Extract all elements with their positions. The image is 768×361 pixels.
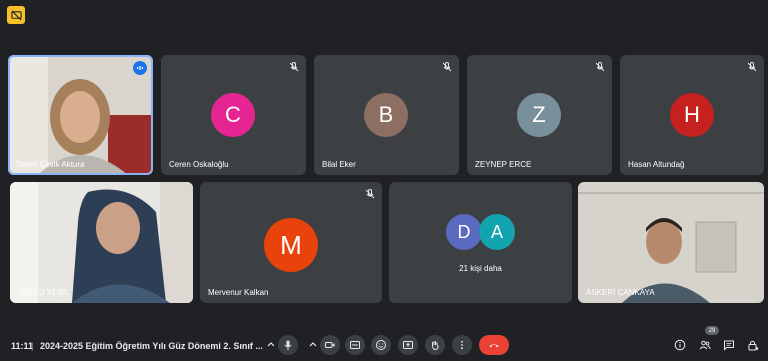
participant-tile[interactable]: ASKERİ ÇANKAYA xyxy=(578,182,764,303)
meeting-details-button[interactable] xyxy=(673,338,687,352)
participant-name: ZEYNEP ERCE xyxy=(475,160,532,169)
meeting-badge[interactable] xyxy=(7,6,25,24)
present-screen-icon xyxy=(403,341,413,349)
participant-name: Mervenur Kalkan xyxy=(208,288,269,297)
participant-video xyxy=(8,55,153,175)
audio-options-chevron[interactable] xyxy=(264,335,278,355)
chat-button[interactable] xyxy=(722,338,736,352)
speaking-indicator-icon xyxy=(133,61,147,75)
chevron-up-icon xyxy=(309,342,317,347)
mic-muted-icon xyxy=(595,62,605,72)
more-options-button[interactable] xyxy=(452,335,472,355)
mic-muted-icon xyxy=(747,62,757,72)
chat-icon xyxy=(724,340,734,351)
participant-name: Ceren Oskaloğlu xyxy=(169,160,229,169)
more-vert-icon xyxy=(461,340,463,350)
emoji-icon xyxy=(376,340,386,350)
participant-avatar: H xyxy=(670,93,714,137)
participant-avatar: C xyxy=(211,93,255,137)
mic-icon xyxy=(284,340,292,350)
leave-call-button[interactable] xyxy=(479,335,509,355)
mic-muted-icon xyxy=(289,62,299,72)
more-participants-tile[interactable]: D A 21 kişi daha xyxy=(389,182,572,303)
mic-muted-icon xyxy=(442,62,452,72)
participant-video xyxy=(10,182,193,303)
host-controls-button[interactable] xyxy=(746,338,760,352)
participant-name: ASKERİ ÇANKAYA xyxy=(586,288,655,297)
participant-tile[interactable]: H Hasan Altundağ xyxy=(620,55,764,175)
chevron-up-icon xyxy=(267,342,275,347)
mic-muted-icon xyxy=(365,189,375,199)
participant-name: GÜLLÜ YEŞİL xyxy=(18,288,70,297)
participant-avatar: M xyxy=(264,218,318,272)
participant-name: Bilal Eker xyxy=(322,160,356,169)
participant-name: Hasan Altundağ xyxy=(628,160,685,169)
present-off-icon xyxy=(10,10,22,20)
participant-tile[interactable]: B Bilal Eker xyxy=(314,55,459,175)
participant-tile[interactable]: Z ZEYNEP ERCE xyxy=(467,55,612,175)
info-icon xyxy=(674,339,686,351)
people-icon xyxy=(699,340,711,350)
meeting-title: 2024-2025 Eğitim Öğretim Yılı Güz Dönemi… xyxy=(40,341,263,351)
participant-avatar: A xyxy=(479,214,515,250)
meeting-control-bar: 11:11 | 2024-2025 Eğitim Öğretim Yılı Gü… xyxy=(0,330,768,361)
captions-icon xyxy=(350,341,360,349)
participant-count-badge: 29 xyxy=(705,326,719,335)
camera-icon xyxy=(325,342,335,348)
participant-video xyxy=(578,182,764,303)
participant-avatar: Z xyxy=(517,93,561,137)
participant-tile[interactable]: C Ceren Oskaloğlu xyxy=(161,55,306,175)
video-options-chevron[interactable] xyxy=(306,335,320,355)
camera-button[interactable] xyxy=(320,335,340,355)
mic-button[interactable] xyxy=(278,335,298,355)
emoji-button[interactable] xyxy=(371,335,391,355)
participant-avatar: D xyxy=(446,214,482,250)
hand-icon xyxy=(432,341,439,351)
more-participants-label: 21 kişi daha xyxy=(459,264,502,273)
captions-button[interactable] xyxy=(345,335,365,355)
participant-name: Seher Çevik Aktura xyxy=(16,160,85,169)
people-button[interactable] xyxy=(698,338,712,352)
participant-avatar: B xyxy=(364,93,408,137)
clock-time: 11:11 xyxy=(11,341,34,351)
participant-tile[interactable]: GÜLLÜ YEŞİL xyxy=(10,182,193,303)
participant-tile[interactable]: Seher Çevik Aktura xyxy=(8,55,153,175)
lock-person-icon xyxy=(748,340,759,351)
present-screen-button[interactable] xyxy=(398,335,418,355)
raise-hand-button[interactable] xyxy=(425,335,445,355)
participant-tile[interactable]: M Mervenur Kalkan xyxy=(200,182,382,303)
separator: | xyxy=(31,341,34,351)
phone-hangup-icon xyxy=(489,344,499,348)
